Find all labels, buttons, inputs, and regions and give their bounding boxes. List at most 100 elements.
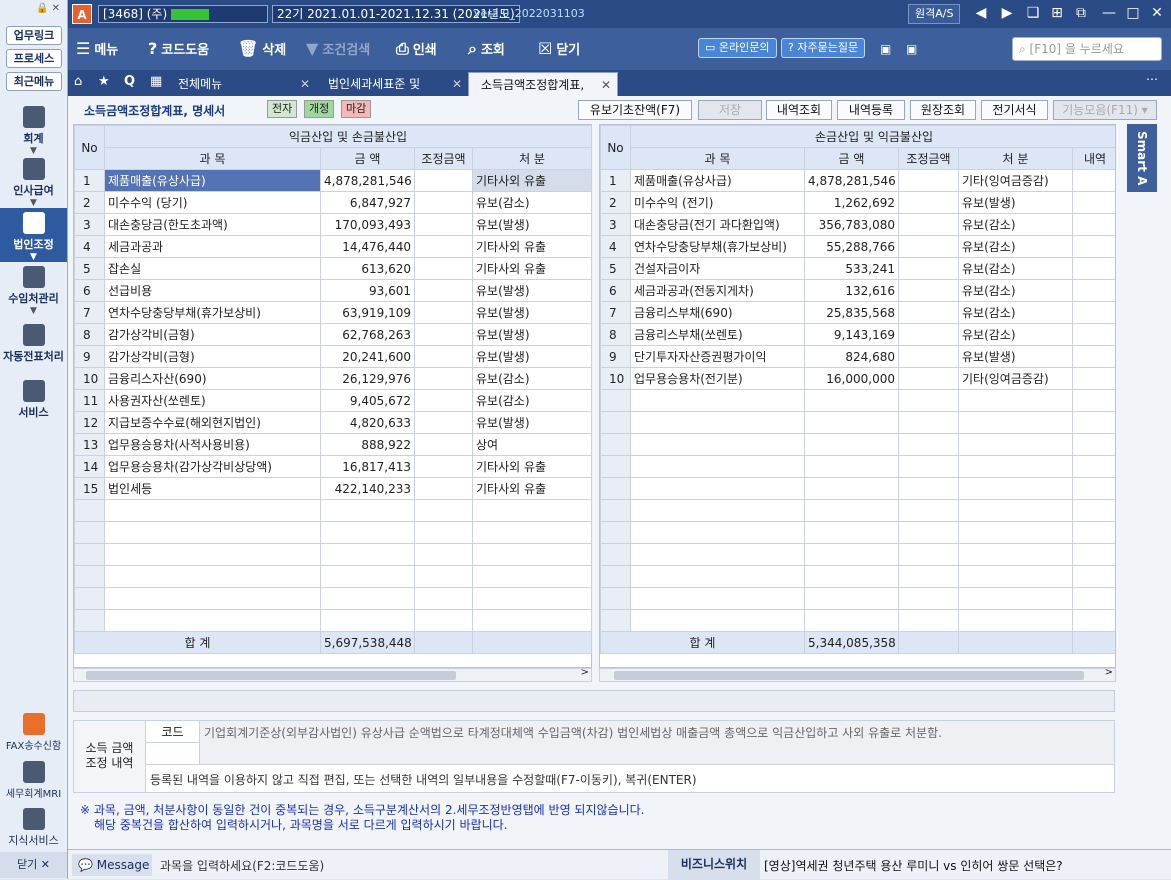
- panel-toggle-icon[interactable]: ▣: [880, 37, 891, 61]
- basic-balance-button[interactable]: 유보기초잔액(F7): [578, 100, 692, 120]
- row-process[interactable]: [958, 499, 1073, 522]
- table-row[interactable]: 13 업무용승용차(사적사용비용) 888,922 상여: [74, 433, 593, 456]
- row-detail[interactable]: [1071, 543, 1115, 566]
- row-item[interactable]: 세금과공과(전동지게차): [630, 279, 805, 302]
- row-amount[interactable]: 62,768,263: [320, 323, 415, 346]
- row-adjust[interactable]: [898, 521, 959, 544]
- faq-button[interactable]: ? 자주묻는질문: [781, 38, 866, 58]
- row-adjust[interactable]: [898, 191, 959, 214]
- tag-closing[interactable]: 마감: [341, 100, 372, 118]
- row-amount[interactable]: 888,922: [320, 433, 415, 456]
- table-row[interactable]: 5 건설자금이자 533,241 유보(감소): [600, 257, 1115, 280]
- row-adjust[interactable]: [414, 169, 473, 192]
- tab-close-icon[interactable]: ✕: [452, 72, 462, 96]
- table-row[interactable]: 7 연차수당충당부채(휴가보상비) 63,919,109 유보(발생): [74, 301, 593, 324]
- row-item[interactable]: [104, 521, 321, 544]
- table-row[interactable]: [600, 455, 1115, 478]
- row-item[interactable]: 금융리스부채(690): [630, 301, 805, 324]
- row-no[interactable]: [600, 411, 631, 434]
- nav-service[interactable]: 서비스: [0, 378, 67, 419]
- table-row[interactable]: [600, 565, 1115, 588]
- row-process[interactable]: 유보(감소): [471, 389, 593, 412]
- row-process[interactable]: 유보(발생): [958, 345, 1073, 368]
- row-amount[interactable]: 4,878,281,546: [804, 169, 899, 192]
- nav-client-mgmt[interactable]: 수임처관리 ▼: [0, 264, 67, 316]
- recent-menu-button[interactable]: 최근메뉴: [6, 72, 62, 91]
- scroll-thumb[interactable]: [614, 671, 1084, 680]
- row-amount[interactable]: 824,680: [804, 345, 899, 368]
- table-row[interactable]: [74, 565, 593, 588]
- row-amount[interactable]: 14,476,440: [320, 235, 415, 258]
- row-process[interactable]: [471, 565, 593, 588]
- row-detail[interactable]: [1071, 345, 1115, 368]
- remote-support-button[interactable]: 원격A/S: [908, 4, 961, 24]
- row-amount[interactable]: [804, 499, 899, 522]
- table-row[interactable]: 9 단기투자자산증권평가이익 824,680 유보(발생): [600, 345, 1115, 368]
- row-amount[interactable]: 63,919,109: [320, 301, 415, 324]
- row-adjust[interactable]: [898, 433, 959, 456]
- row-item[interactable]: 제품매출(유상사급): [104, 169, 321, 192]
- row-adjust[interactable]: [414, 543, 473, 566]
- row-no[interactable]: 3: [600, 213, 631, 236]
- row-no[interactable]: 3: [74, 213, 105, 236]
- row-no[interactable]: [600, 455, 631, 478]
- book-icon[interactable]: ❑: [1024, 4, 1042, 22]
- row-amount[interactable]: 132,616: [804, 279, 899, 302]
- row-detail[interactable]: [1071, 411, 1115, 434]
- row-process[interactable]: [471, 543, 593, 566]
- table-row[interactable]: 11 사용권자산(쏘렌토) 9,405,672 유보(감소): [74, 389, 593, 412]
- row-item[interactable]: 선급비용: [104, 279, 321, 302]
- row-adjust[interactable]: [898, 609, 959, 632]
- row-process[interactable]: 유보(발생): [471, 323, 593, 346]
- row-item[interactable]: 사용권자산(쏘렌토): [104, 389, 321, 412]
- table-row[interactable]: 3 대손충당금(한도초과액) 170,093,493 유보(발생): [74, 213, 593, 236]
- grid-icon[interactable]: ⊞: [1048, 4, 1066, 22]
- row-item[interactable]: [630, 433, 805, 456]
- nav-payroll[interactable]: 인사급여 ▼: [0, 156, 67, 208]
- row-no[interactable]: [74, 521, 105, 544]
- row-amount[interactable]: [320, 499, 415, 522]
- row-amount[interactable]: [804, 609, 899, 632]
- row-no[interactable]: 12: [74, 411, 105, 434]
- table-row[interactable]: 3 대손충당금(전기 과다환입액) 356,783,080 유보(감소): [600, 213, 1115, 236]
- row-detail[interactable]: [1071, 565, 1115, 588]
- row-item[interactable]: 건설자금이자: [630, 257, 805, 280]
- nav-fax[interactable]: FAX송수신함: [0, 713, 67, 753]
- row-process[interactable]: 기타(잉여금증감): [958, 169, 1073, 192]
- row-adjust[interactable]: [898, 455, 959, 478]
- row-item[interactable]: 미수수익 (당기): [104, 191, 321, 214]
- row-adjust[interactable]: [898, 543, 959, 566]
- nav-knowledge[interactable]: 지식서비스: [0, 808, 67, 848]
- row-amount[interactable]: 1,262,692: [804, 191, 899, 214]
- row-amount[interactable]: 93,601: [320, 279, 415, 302]
- row-detail[interactable]: [1071, 235, 1115, 258]
- table-row[interactable]: [74, 587, 593, 610]
- home-icon[interactable]: ⌂: [74, 74, 82, 89]
- table-row[interactable]: 10 업무용승용차(전기분) 16,000,000 기타(잉여금증감): [600, 367, 1115, 390]
- row-item[interactable]: 연차수당충당부채(휴가보상비): [630, 235, 805, 258]
- row-no[interactable]: [600, 499, 631, 522]
- row-process[interactable]: [471, 499, 593, 522]
- detail-register-button[interactable]: 내역등록: [837, 100, 905, 120]
- row-amount[interactable]: 613,620: [320, 257, 415, 280]
- row-item[interactable]: 대손충당금(한도초과액): [104, 213, 321, 236]
- minimize-icon[interactable]: —: [1100, 4, 1118, 22]
- star-icon[interactable]: ★: [98, 74, 110, 89]
- cascade-icon[interactable]: ⧉: [1072, 4, 1090, 22]
- row-amount[interactable]: 6,847,927: [320, 191, 415, 214]
- smart-a-tab[interactable]: Smart A: [1127, 124, 1157, 192]
- message-tab[interactable]: 💬 Message: [72, 854, 152, 876]
- tag-revised[interactable]: 개정: [304, 100, 335, 118]
- row-adjust[interactable]: [414, 345, 473, 368]
- row-process[interactable]: 유보(발생): [958, 191, 1073, 214]
- query-icon[interactable]: Q: [124, 74, 135, 89]
- row-no[interactable]: [74, 609, 105, 632]
- row-adjust[interactable]: [414, 433, 473, 456]
- row-item[interactable]: 업무용승용차(사적사용비용): [104, 433, 321, 456]
- row-process[interactable]: 유보(발생): [471, 411, 593, 434]
- row-process[interactable]: [958, 411, 1073, 434]
- table-row[interactable]: 4 연차수당충당부채(휴가보상비) 55,288,766 유보(감소): [600, 235, 1115, 258]
- row-item[interactable]: [104, 565, 321, 588]
- row-adjust[interactable]: [414, 301, 473, 324]
- row-adjust[interactable]: [898, 345, 959, 368]
